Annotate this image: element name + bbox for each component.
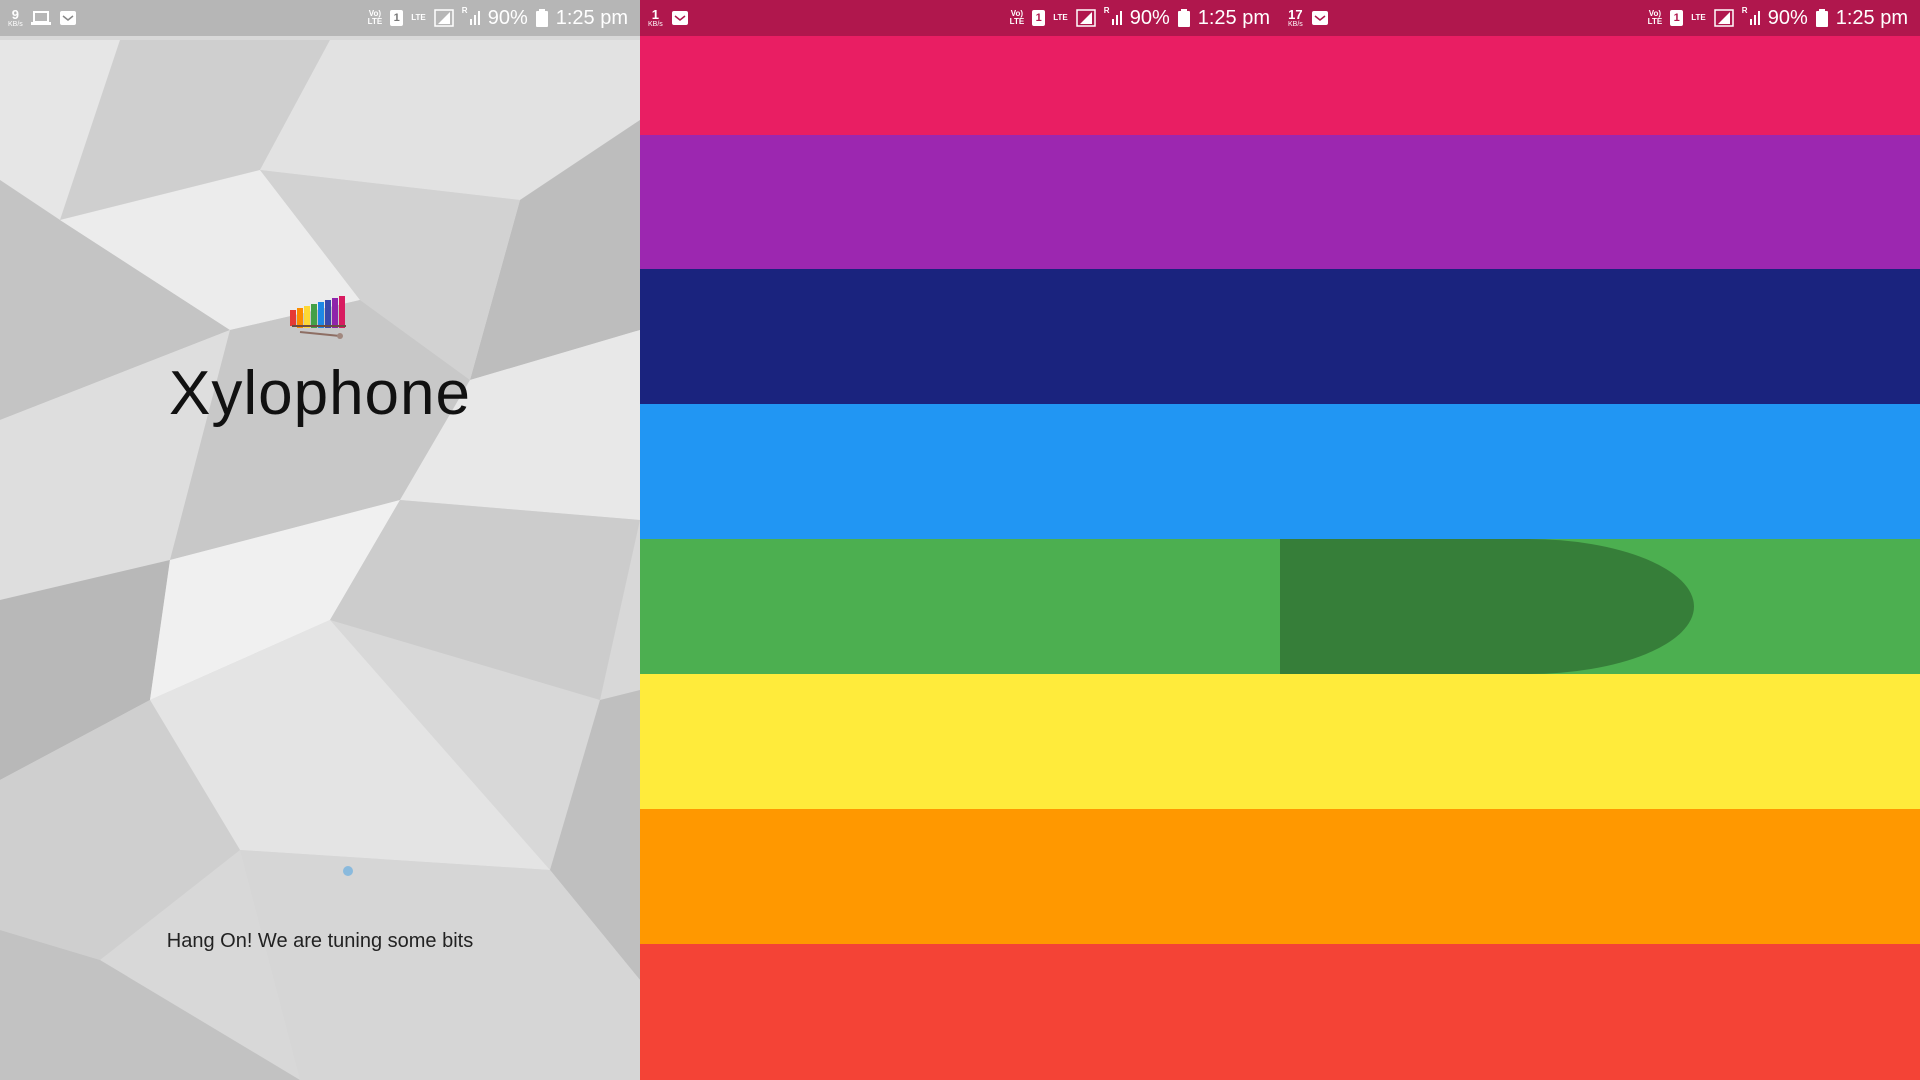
clock: 1:25 pm bbox=[1197, 6, 1270, 29]
volte-icon: Vo) LTE bbox=[367, 9, 383, 26]
clock: 1:25 pm bbox=[555, 6, 628, 29]
network-speed: 17 KB/s bbox=[1288, 7, 1303, 28]
volte-icon: Vo) LTE bbox=[1647, 9, 1663, 26]
status-bar: 9 KB/s Vo) LTE 1 LTE R 90% 1:25 pm bbox=[0, 0, 640, 36]
app-title: Xylophone bbox=[168, 359, 472, 428]
message-icon bbox=[59, 10, 77, 26]
battery-icon bbox=[535, 9, 548, 27]
signal-roaming-icon: R bbox=[462, 7, 480, 27]
lte-icon: LTE bbox=[411, 13, 426, 22]
laptop-icon bbox=[30, 10, 51, 26]
touch-ripple bbox=[1280, 539, 1694, 674]
network-speed: 1 KB/s bbox=[648, 7, 663, 28]
battery-percent: 90% bbox=[1767, 6, 1808, 29]
xylophone-key-green[interactable] bbox=[640, 539, 1920, 674]
battery-percent: 90% bbox=[487, 6, 528, 29]
message-icon bbox=[1311, 10, 1329, 26]
xylophone-key-pink[interactable] bbox=[640, 36, 1920, 135]
signal-icon bbox=[433, 9, 454, 27]
sim-icon: 1 bbox=[1670, 10, 1684, 26]
xylophone-screen: 1 KB/s Vo) LTE 1 LTE R 90% 1:25 pm 17 KB… bbox=[640, 0, 1920, 1080]
network-speed: 9 KB/s bbox=[8, 7, 23, 28]
xylophone-key-indigo[interactable] bbox=[640, 269, 1920, 404]
lte-icon: LTE bbox=[1053, 13, 1068, 22]
status-bar: 1 KB/s Vo) LTE 1 LTE R 90% 1:25 pm bbox=[640, 0, 1280, 36]
lte-icon: LTE bbox=[1691, 13, 1706, 22]
signal-icon bbox=[1075, 9, 1096, 27]
battery-percent: 90% bbox=[1129, 6, 1170, 29]
clock: 1:25 pm bbox=[1835, 6, 1908, 29]
polygon-background bbox=[0, 0, 640, 1080]
xylophone-key-blue[interactable] bbox=[640, 404, 1920, 539]
volte-icon: Vo) LTE bbox=[1009, 9, 1025, 26]
sim-icon: 1 bbox=[390, 10, 404, 26]
signal-roaming-icon: R bbox=[1104, 7, 1122, 27]
xylophone-key-yellow[interactable] bbox=[640, 674, 1920, 809]
xylophone-key-orange[interactable] bbox=[640, 809, 1920, 944]
loading-indicator bbox=[343, 866, 353, 876]
battery-icon bbox=[1177, 9, 1190, 27]
xylophone-keys bbox=[640, 36, 1920, 1080]
signal-icon bbox=[1713, 9, 1734, 27]
sim-icon: 1 bbox=[1032, 10, 1046, 26]
message-icon bbox=[671, 10, 689, 26]
battery-icon bbox=[1815, 9, 1828, 27]
signal-roaming-icon: R bbox=[1742, 7, 1760, 27]
splash-screen: 9 KB/s Vo) LTE 1 LTE R 90% 1:25 pm Xylop… bbox=[0, 0, 640, 1080]
status-bar: 17 KB/s Vo) LTE 1 LTE R 90% 1:25 pm bbox=[1280, 0, 1920, 36]
xylophone-key-purple[interactable] bbox=[640, 135, 1920, 269]
xylophone-icon bbox=[290, 296, 346, 339]
xylophone-key-red[interactable] bbox=[640, 944, 1920, 1080]
loading-message: Hang On! We are tuning some bits bbox=[166, 930, 474, 952]
